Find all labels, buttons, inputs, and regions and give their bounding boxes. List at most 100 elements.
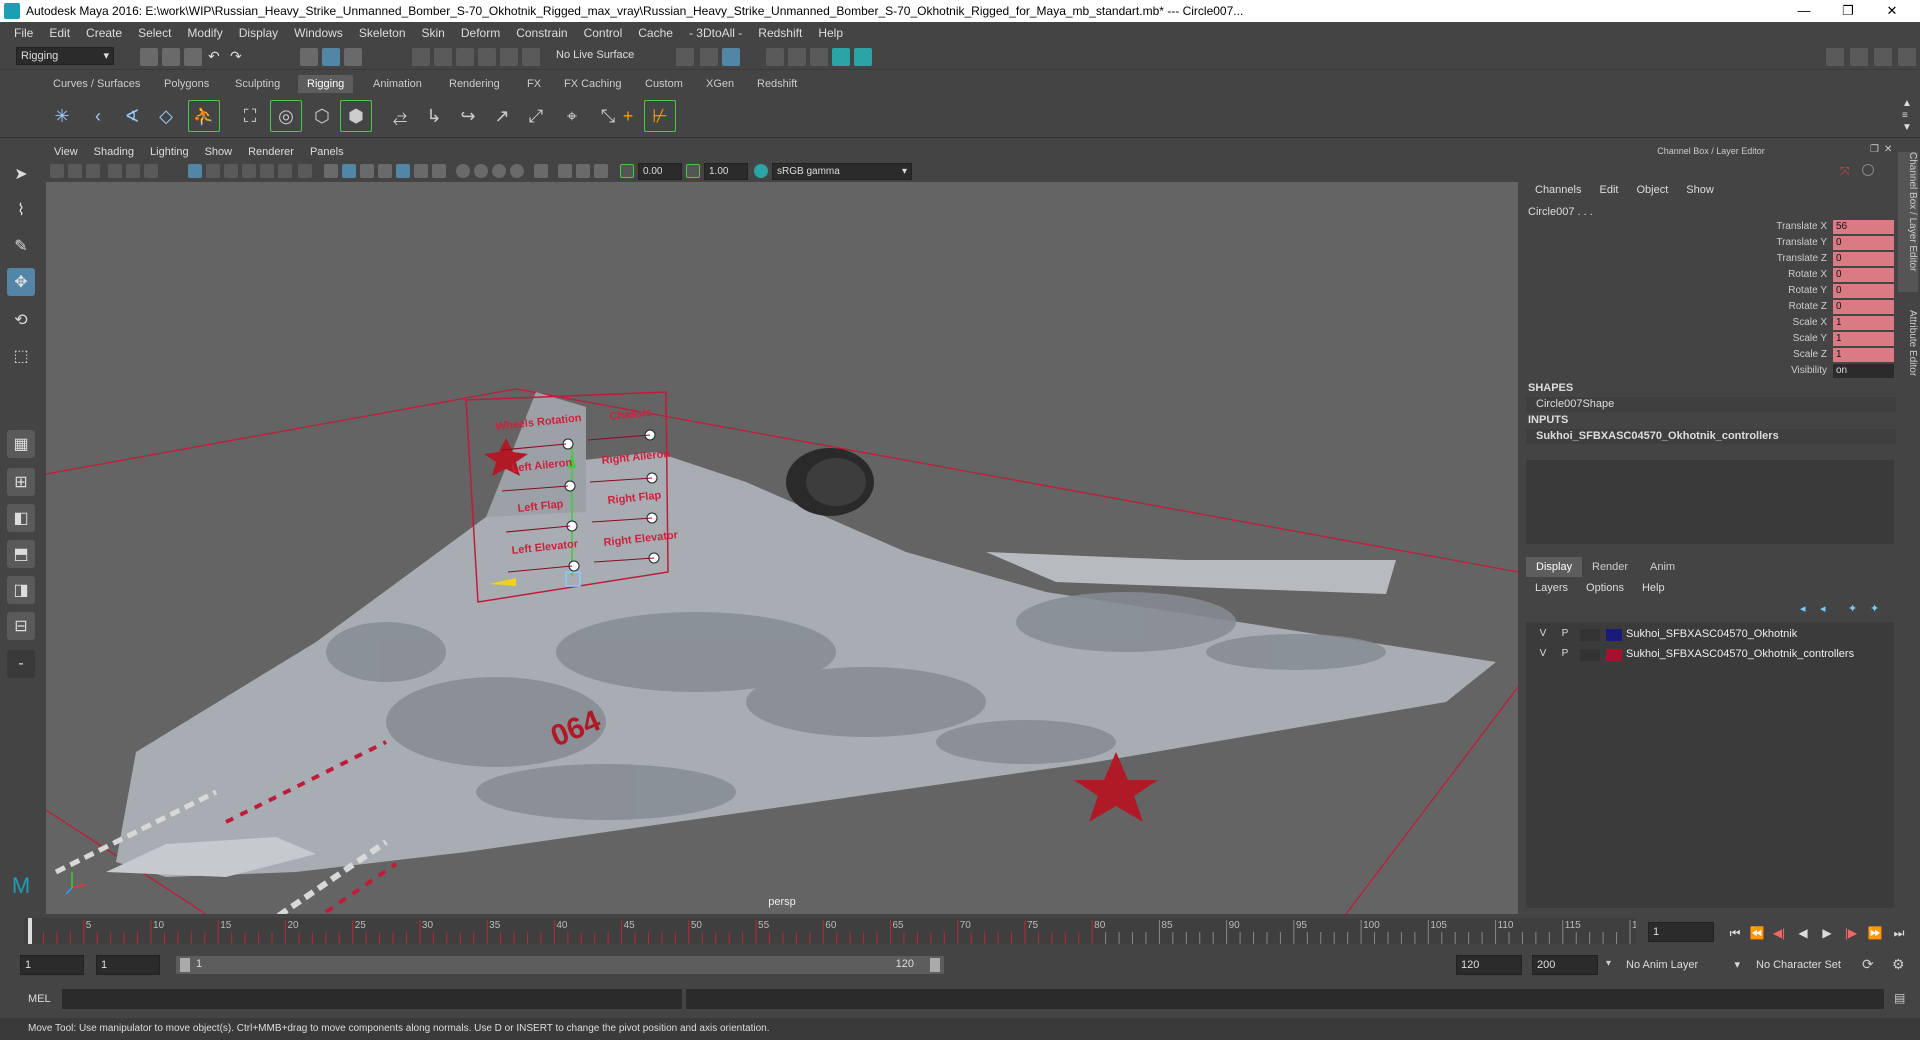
xray-joints-icon[interactable]	[558, 164, 572, 178]
menu-create[interactable]: Create	[78, 26, 130, 40]
viewport-menu-panels[interactable]: Panels	[302, 146, 352, 158]
range-end-handle[interactable]	[930, 958, 940, 972]
play-forward-icon[interactable]: ▶	[1818, 924, 1836, 942]
layer-menu-layers[interactable]: Layers	[1526, 582, 1577, 594]
new-empty-layer-icon[interactable]: ✦	[1848, 602, 1862, 616]
viewport-menu-shading[interactable]: Shading	[86, 146, 142, 158]
aim-constraint-icon[interactable]: ↪	[452, 100, 484, 132]
mel-label[interactable]: MEL	[28, 993, 51, 1005]
field-chart-icon[interactable]	[260, 164, 274, 178]
outliner-persp-icon[interactable]: ⊟	[7, 612, 35, 640]
mel-input[interactable]	[62, 989, 682, 1009]
select-component-icon[interactable]	[344, 48, 362, 66]
maximize-button[interactable]: ❐	[1826, 0, 1870, 22]
layer-playback-toggle[interactable]: P	[1558, 648, 1572, 659]
menu-constrain[interactable]: Constrain	[508, 26, 575, 40]
tool-settings-icon[interactable]	[1874, 48, 1892, 66]
ipr-render-icon[interactable]	[722, 48, 740, 66]
gamma-field[interactable]: 1.00	[704, 163, 748, 180]
menu-select[interactable]: Select	[130, 26, 179, 40]
resolution-gate-icon[interactable]	[224, 164, 238, 178]
layout-options-icon[interactable]: -	[7, 650, 35, 678]
pole-vector-icon[interactable]: ⌖	[556, 100, 588, 132]
attr-scale-x[interactable]: Scale X 1	[1526, 316, 1896, 331]
close-button[interactable]: ✕	[1870, 0, 1914, 22]
new-scene-icon[interactable]	[140, 48, 158, 66]
anim-layer-dropdown[interactable]: No Anim Layer ▾	[1622, 955, 1742, 975]
step-forward-frame-icon[interactable]: |▶	[1842, 924, 1860, 942]
anti-aliasing-icon[interactable]	[492, 164, 506, 178]
humanik-icon[interactable]: ⛹	[188, 100, 220, 132]
orient-constraint-icon[interactable]: ↗	[486, 100, 518, 132]
snap-plane-icon[interactable]	[478, 48, 496, 66]
attr-scale-y[interactable]: Scale Y 1	[1526, 332, 1896, 347]
layer-tab-display[interactable]: Display	[1526, 557, 1583, 577]
xray-active-components-icon[interactable]	[576, 164, 590, 178]
script-editor-icon[interactable]: ▤	[1894, 991, 1905, 1005]
go-to-start-icon[interactable]: ⏮	[1726, 924, 1744, 942]
cb-menu-object[interactable]: Object	[1627, 184, 1677, 196]
attr-value[interactable]: 1	[1833, 348, 1894, 362]
rigid-bind-icon[interactable]: ⬡	[306, 100, 338, 132]
viewport-menu-lighting[interactable]: Lighting	[142, 146, 197, 158]
layer-color-swatch[interactable]	[1606, 629, 1622, 641]
exposure-icon[interactable]	[620, 164, 634, 178]
chevron-down-icon[interactable]: ▾	[1606, 958, 1611, 969]
layer-playback-toggle[interactable]: P	[1558, 628, 1572, 639]
attr-visibility[interactable]: Visibility on	[1526, 364, 1896, 379]
layer-menu-options[interactable]: Options	[1577, 582, 1633, 594]
select-camera-icon[interactable]	[50, 164, 64, 178]
lasso-tool-icon[interactable]: ⌇	[7, 196, 35, 224]
paint-weights-icon[interactable]: ⬢	[340, 100, 372, 132]
workspace-icon[interactable]	[1826, 48, 1844, 66]
step-back-key-icon[interactable]: ⏪	[1748, 924, 1766, 942]
scale-tool-icon[interactable]: ⬚	[7, 342, 35, 370]
persp-graph-layout-icon[interactable]: ⬒	[7, 540, 35, 568]
cb-menu-show[interactable]: Show	[1677, 184, 1723, 196]
select-hierarchy-icon[interactable]	[300, 48, 318, 66]
move-layer-up-icon[interactable]: ◂	[1800, 602, 1814, 616]
layer-color-swatch[interactable]	[1606, 649, 1622, 661]
layer-tab-render[interactable]: Render	[1582, 557, 1638, 577]
attr-value[interactable]: 0	[1833, 268, 1894, 282]
step-forward-key-icon[interactable]: ⏩	[1866, 924, 1884, 942]
current-frame-field[interactable]: 1	[1648, 922, 1714, 942]
layer-visibility-toggle[interactable]: V	[1536, 628, 1550, 639]
ik-spline-icon[interactable]: ⥄	[384, 100, 416, 132]
menu-windows[interactable]: Windows	[286, 26, 351, 40]
attr-value[interactable]: 0	[1833, 252, 1894, 266]
side-tab-channel-box[interactable]: Channel Box / Layer Editor	[1898, 152, 1918, 292]
menu-cache[interactable]: Cache	[630, 26, 681, 40]
wireframe-on-shaded-icon[interactable]	[360, 164, 374, 178]
layer-menu-help[interactable]: Help	[1633, 582, 1674, 594]
speed-icon[interactable]	[1862, 164, 1874, 176]
attr-value[interactable]: 0	[1833, 236, 1894, 250]
single-perspective-layout-icon[interactable]: ▦	[7, 430, 35, 458]
shelf-tab-sculpting[interactable]: Sculpting	[226, 75, 289, 93]
snap-point-icon[interactable]	[456, 48, 474, 66]
menu-help[interactable]: Help	[810, 26, 851, 40]
menu-control[interactable]: Control	[576, 26, 631, 40]
character-set-dropdown[interactable]: No Character Set	[1752, 955, 1864, 975]
color-management-icon[interactable]	[754, 164, 768, 178]
outliner-toggle-icon[interactable]	[1850, 48, 1868, 66]
animation-end-field[interactable]: 200	[1532, 955, 1598, 975]
side-tab-attribute-editor[interactable]: Attribute Editor	[1898, 310, 1918, 400]
film-gate-icon[interactable]	[206, 164, 220, 178]
panel-close-icon[interactable]: ✕	[1884, 144, 1892, 155]
layer-display-type[interactable]	[1580, 629, 1600, 641]
safe-title-icon[interactable]	[298, 164, 312, 178]
two-d-pan-icon[interactable]	[126, 164, 140, 178]
play-backward-icon[interactable]: ◀	[1794, 924, 1812, 942]
menu-edit[interactable]: Edit	[41, 26, 78, 40]
use-all-lights-icon[interactable]	[414, 164, 428, 178]
shelf-tab-custom[interactable]: Custom	[636, 75, 692, 93]
move-layer-down-icon[interactable]: ◂	[1820, 602, 1834, 616]
bookmark-icon[interactable]	[86, 164, 100, 178]
shelf-tab-fx-caching[interactable]: FX Caching	[555, 75, 630, 93]
viewport-menu-view[interactable]: View	[46, 146, 86, 158]
color-space-dropdown[interactable]: sRGB gamma ▾	[772, 163, 912, 180]
shelf-tab-animation[interactable]: Animation	[364, 75, 431, 93]
attr-scale-z[interactable]: Scale Z 1	[1526, 348, 1896, 363]
time-slider[interactable]: 5 10 15 20 25 30 35 40 45 50 55 60 65 70 75 80 85 90 95 100…	[24, 918, 1649, 944]
